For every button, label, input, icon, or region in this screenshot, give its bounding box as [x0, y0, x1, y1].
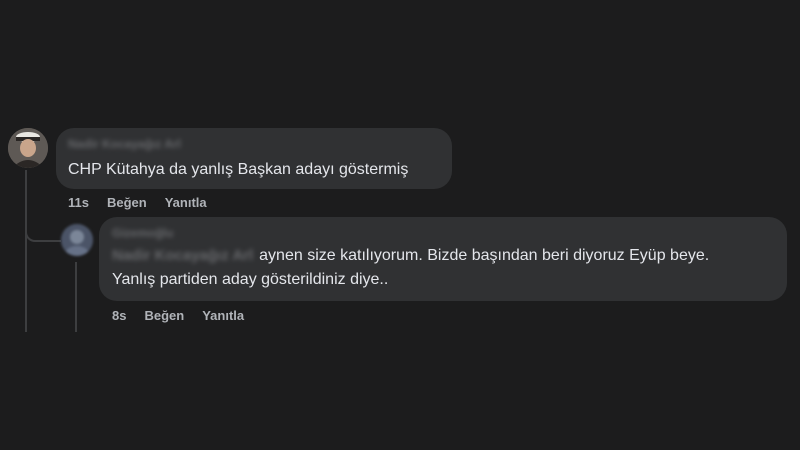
thread-line-reply — [75, 262, 77, 332]
comment-text: CHP Kütahya da yanlış Başkan adayı göste… — [68, 161, 409, 178]
reply-text-line2: Yanlış partiden aday gösterildiniz diye.… — [112, 271, 389, 288]
avatar[interactable] — [8, 128, 48, 168]
reply-button[interactable]: Yanıtla — [165, 195, 207, 210]
comment-time[interactable]: 11s — [68, 195, 89, 210]
comment-actions: 11s Beğen Yanıtla — [68, 195, 207, 210]
reply-text-line1: aynen size katılıyorum. Bizde başından b… — [259, 247, 710, 264]
thread-line-main — [25, 170, 27, 332]
reply-actions: 8s Beğen Yanıtla — [112, 308, 244, 323]
comment-thread: Nadir Kocayağız Arl CHP Kütahya da yanlı… — [0, 0, 800, 450]
person-photo-icon — [8, 128, 48, 168]
comment-author[interactable]: Nadir Kocayağız Arl — [68, 136, 440, 152]
like-button[interactable]: Beğen — [107, 195, 147, 210]
comment-bubble: Nadir Kocayağız Arl CHP Kütahya da yanlı… — [56, 128, 452, 189]
profile-picture-icon — [61, 224, 93, 256]
reply-text: Nadir Kocayağız Arl aynen size katılıyoru… — [112, 244, 774, 292]
reply-author[interactable]: Gizemoğlu — [112, 225, 774, 241]
mention-link[interactable]: Nadir Kocayağız Arl — [112, 244, 253, 268]
reply-avatar[interactable] — [61, 224, 93, 256]
reply-reply-button[interactable]: Yanıtla — [202, 308, 244, 323]
reply-bubble: Gizemoğlu Nadir Kocayağız Arl aynen size … — [99, 217, 787, 301]
thread-line-branch — [25, 228, 61, 242]
reply-like-button[interactable]: Beğen — [144, 308, 184, 323]
reply-time[interactable]: 8s — [112, 308, 126, 323]
